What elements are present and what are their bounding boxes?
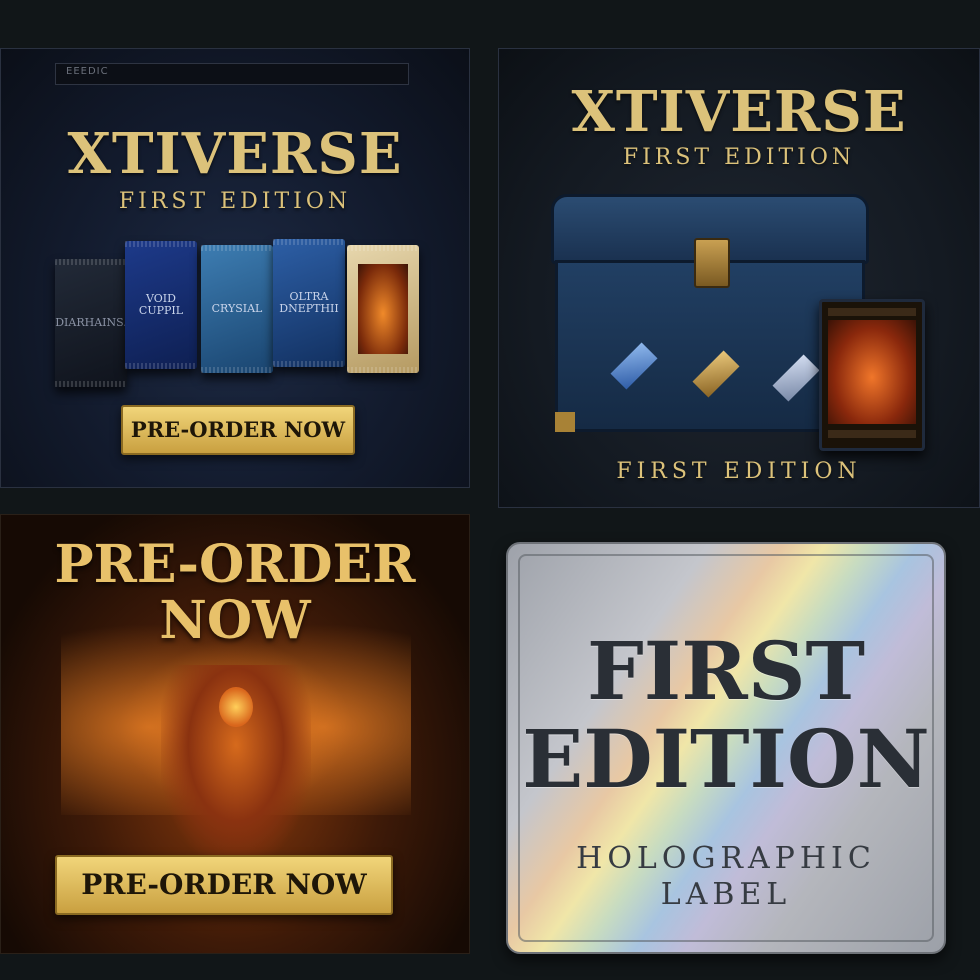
pack-artwork: [358, 264, 408, 354]
chest-banner: XTIVERSE FIRST EDITION FIRST EDITION: [498, 48, 980, 508]
trading-card: [819, 299, 925, 451]
label-caption-1: HOLOGRAPHIC: [576, 841, 876, 876]
label-line-2: EDITION: [522, 712, 930, 806]
pack-label: VOID CUPPIL: [138, 291, 184, 317]
chest-corner: [555, 412, 575, 432]
pack-label: DIARHAINS.: [55, 315, 127, 329]
booster-pack: DIARHAINS.: [55, 259, 127, 387]
top-bar-label: EEEDIC: [66, 66, 109, 77]
booster-pack: OLTRA DNEPTHII: [273, 239, 345, 367]
booster-pack: VOID CUPPIL: [125, 241, 197, 369]
pre-order-button[interactable]: PRE-ORDER NOW: [55, 855, 393, 915]
card-artwork: [828, 320, 916, 424]
title-line-2: NOW: [159, 590, 311, 651]
banner-subtitle: FIRST EDITION: [118, 189, 352, 214]
card-text-bar: [828, 430, 916, 438]
card-title-bar: [828, 308, 916, 316]
pre-order-banner: PRE-ORDER NOW PRE-ORDER NOW: [0, 514, 470, 954]
top-bar: EEEDIC: [55, 63, 409, 85]
banner-title: PRE-ORDER NOW: [1, 537, 469, 649]
pack-label: OLTRA DNEPTHII: [279, 289, 339, 315]
figure-head: [219, 687, 253, 727]
packs-banner: EEEDIC XTIVERSE FIRST EDITION DIARHAINS.…: [0, 48, 470, 488]
banner-title: XTIVERSE: [571, 79, 907, 145]
banner-title: XTIVERSE: [67, 121, 403, 187]
fire-angel-figure: [161, 665, 311, 865]
pre-order-button[interactable]: PRE-ORDER NOW: [121, 405, 355, 455]
label-caption-2: LABEL: [660, 877, 792, 912]
chest-lock-icon: [694, 238, 730, 288]
label-line-1: FIRST: [586, 624, 865, 718]
banner-subtitle: FIRST EDITION: [622, 145, 856, 170]
banner-footer: FIRST EDITION: [616, 459, 862, 484]
booster-pack: CRYSIAL: [201, 245, 273, 373]
booster-pack-art: [347, 245, 419, 373]
title-line-1: PRE-ORDER: [54, 534, 416, 595]
booster-packs: DIARHAINS. VOID CUPPIL CRYSIAL OLTRA DNE…: [55, 239, 425, 387]
holographic-label: FIRST EDITION HOLOGRAPHIC LABEL: [506, 542, 946, 954]
pack-label: CRYSIAL: [211, 301, 263, 315]
